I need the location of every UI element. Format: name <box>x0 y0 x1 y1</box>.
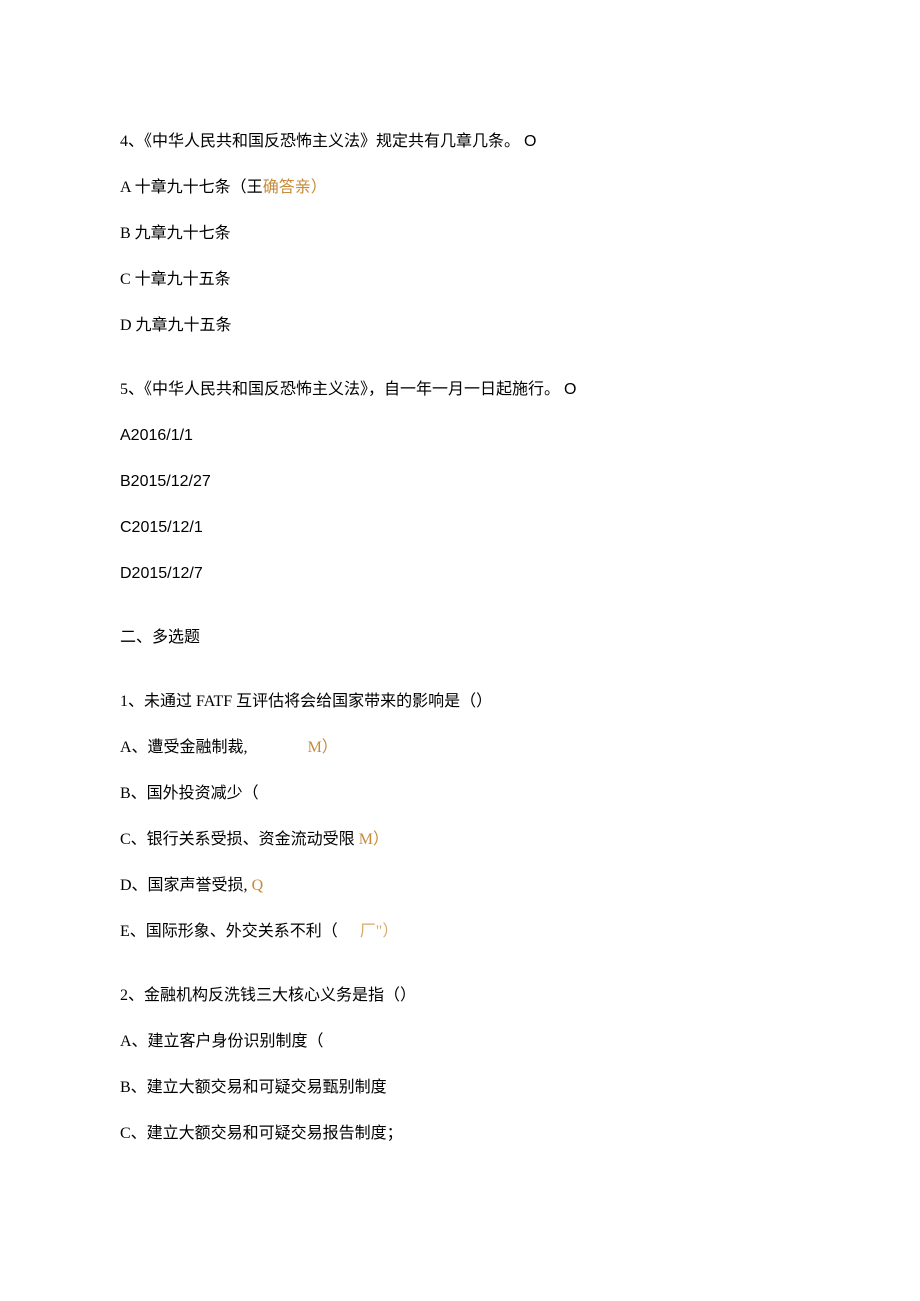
mq1-option-d: D、国家声誉受损, Q <box>120 874 800 898</box>
mq1-stem: 1、未通过 FATF 互评估将会给国家带来的影响是（） <box>120 690 800 714</box>
q5-stem-text: 5、《中华人民共和国反恐怖主义法》，自一年一月一日起施行。 <box>120 381 560 398</box>
mq1-e-text: E、国际形象、外交关系不利（ <box>120 923 338 940</box>
q4-stem-text: 4、《中华人民共和国反恐怖主义法》规定共有几章几条。 <box>120 133 520 150</box>
mq1-option-a: A、遭受金融制裁, M） <box>120 736 800 760</box>
mq2-option-c: C、建立大额交易和可疑交易报告制度； <box>120 1122 800 1146</box>
q5-stem: 5、《中华人民共和国反恐怖主义法》，自一年一月一日起施行。 O <box>120 378 800 402</box>
q5-option-a: A2016/1/1 <box>120 424 800 448</box>
q4-stem-suffix: O <box>524 133 536 150</box>
q5-option-c: C2015/12/1 <box>120 516 800 540</box>
q5-stem-suffix: O <box>564 381 576 398</box>
section-2-heading: 二、多选题 <box>120 626 800 650</box>
q4-option-c: C 十章九十五条 <box>120 268 800 292</box>
mq1-option-b: B、国外投资减少（ <box>120 782 800 806</box>
mq1-a-annotation: M） <box>308 739 338 756</box>
mq1-d-text: D、国家声誉受损, <box>120 877 252 894</box>
q4-option-b: B 九章九十七条 <box>120 222 800 246</box>
q4-option-a: A 十章九十七条（王确答亲） <box>120 176 800 200</box>
mq1-option-c: C、银行关系受损、资金流动受限 M） <box>120 828 800 852</box>
q5-option-d: D2015/12/7 <box>120 562 800 586</box>
q4-stem: 4、《中华人民共和国反恐怖主义法》规定共有几章几条。 O <box>120 130 800 154</box>
mq2-option-a: A、建立客户身份识别制度（ <box>120 1030 800 1054</box>
q4-a-annotation: 确答亲） <box>263 179 327 196</box>
mq2-option-b: B、建立大额交易和可疑交易甄别制度 <box>120 1076 800 1100</box>
q4-option-d: D 九章九十五条 <box>120 314 800 338</box>
q4-a-text: A 十章九十七条（王 <box>120 179 263 196</box>
mq1-d-annotation: Q <box>252 877 264 894</box>
mq1-c-text: C、银行关系受损、资金流动受限 <box>120 831 359 848</box>
mq1-e-annotation: 厂"） <box>360 923 399 940</box>
document-page: 4、《中华人民共和国反恐怖主义法》规定共有几章几条。 O A 十章九十七条（王确… <box>0 0 920 1301</box>
mq2-stem: 2、金融机构反洗钱三大核心义务是指（） <box>120 984 800 1008</box>
q5-option-b: B2015/12/27 <box>120 470 800 494</box>
mq1-c-annotation: M） <box>359 831 389 848</box>
mq1-a-text: A、遭受金融制裁, <box>120 739 248 756</box>
mq1-option-e: E、国际形象、外交关系不利（ 厂"） <box>120 920 800 944</box>
